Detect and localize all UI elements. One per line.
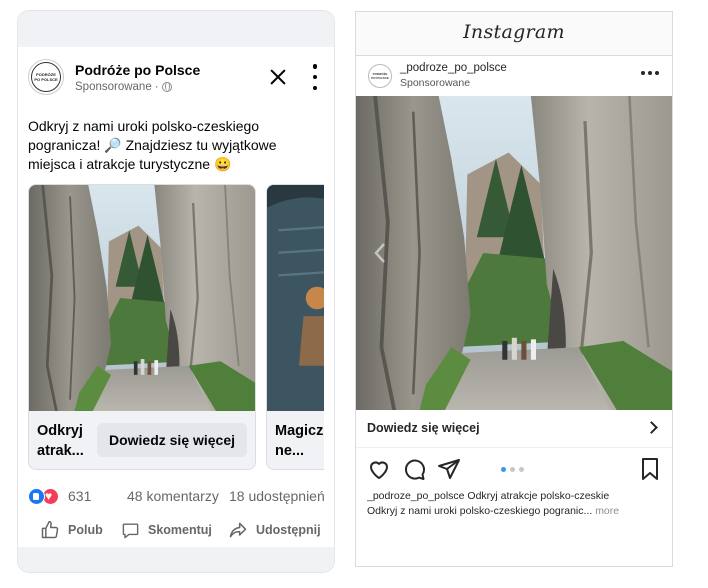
page-name[interactable]: Podróże po Polsce (75, 62, 200, 78)
bookmark-icon[interactable] (639, 457, 661, 481)
page-avatar[interactable]: PODRÓŻE PO POLSCE (28, 59, 64, 95)
separator-dot: · (154, 81, 159, 93)
ad-previews: PODRÓŻE PO POLSCE Podróże po Polsce Spon… (0, 0, 708, 588)
learn-more-label: Dowiedz się więcej (367, 421, 480, 435)
globe-icon (161, 82, 172, 92)
post-actions: Polub Skomentuj Udostępnij (18, 515, 334, 547)
comments-count[interactable]: 48 komentarzy (127, 488, 219, 504)
send-icon[interactable] (437, 457, 461, 481)
share-icon (229, 522, 247, 538)
sponsored-text: Sponsorowane (75, 81, 152, 93)
more-icon[interactable] (311, 64, 319, 90)
avatar-logo: PODRÓŻE PO POLSCE (31, 62, 61, 92)
sponsored-label: Sponsorowane · (75, 81, 172, 93)
caption-text-2: Odkryj z nami uroki polsko-czeskiego pog… (367, 505, 593, 517)
avatar-logo-line2: PO POLSCE (34, 77, 58, 82)
carousel-card-title: Odkryj atrak... (37, 423, 84, 459)
carousel-card-title: Magicz ne... (275, 423, 324, 459)
post-header: PODRÓŻE PO POLSCE _podroze_po_polsce Spo… (356, 56, 672, 96)
carousel-dot[interactable] (510, 467, 515, 472)
caption-line: _podroze_po_polsce Odkryj atrakcje polsk… (367, 489, 667, 504)
caption-line: Odkryj z nami uroki polsko-czeskiego pog… (367, 504, 667, 519)
share-button-label: Udostępnij (256, 523, 321, 537)
more-icon[interactable] (641, 71, 659, 77)
carousel-card[interactable]: Magicz ne... (266, 184, 324, 470)
comment-icon (122, 522, 139, 538)
caption-text: Odkryj atrakcje polsko-czeskie (464, 490, 610, 502)
facebook-top-strip (18, 11, 334, 47)
like-button[interactable]: Polub (40, 515, 103, 545)
carousel-card-footer: Magicz ne... (267, 411, 324, 469)
carousel-dots (501, 467, 524, 472)
carousel-dot[interactable] (501, 467, 506, 472)
carousel-card-footer: Odkryj atrak... Dowiedz się więcej (29, 411, 255, 469)
facebook-bottom-strip (18, 547, 334, 572)
like-reaction-icon (28, 488, 45, 505)
heart-icon[interactable] (367, 457, 391, 481)
avatar-logo-text: PODRÓŻE PO POLSCE (371, 72, 389, 80)
more-link[interactable]: more (595, 505, 619, 517)
post-text: Odkryj z nami uroki polsko-czeskiego pog… (28, 118, 277, 172)
like-button-label: Polub (68, 523, 103, 537)
caption-username[interactable]: _podroze_po_polsce (367, 490, 465, 502)
instagram-topbar: Instagram (356, 12, 672, 56)
carousel-dot[interactable] (519, 467, 524, 472)
learn-more-button[interactable]: Dowiedz się więcej (97, 423, 247, 457)
reactions-bar: 631 48 komentarzy 18 udostępnień (28, 487, 328, 507)
instagram-ad-preview: Instagram PODRÓŻE PO POLSCE _podroze_po_… (355, 11, 673, 567)
instagram-logo: Instagram (463, 21, 565, 43)
sponsored-label: Sponsorowane (400, 77, 471, 89)
carousel-prev-icon[interactable] (372, 242, 388, 264)
username[interactable]: _podroze_po_polsce (400, 62, 507, 74)
comment-button[interactable]: Skomentuj (121, 515, 212, 545)
post-actions (356, 452, 672, 486)
post-caption: _podroze_po_polsce Odkryj atrakcje polsk… (367, 489, 667, 519)
carousel-image[interactable] (29, 185, 255, 411)
facebook-ad-preview: PODRÓŻE PO POLSCE Podróże po Polsce Spon… (17, 10, 335, 573)
carousel-image[interactable] (267, 185, 324, 411)
profile-avatar[interactable]: PODRÓŻE PO POLSCE (368, 64, 392, 88)
carousel[interactable]: Odkryj atrak... Dowiedz się więcej Magic… (28, 184, 324, 470)
post-header: PODRÓŻE PO POLSCE Podróże po Polsce Spon… (28, 59, 328, 99)
chevron-right-icon (645, 421, 658, 434)
carousel-card[interactable]: Odkryj atrak... Dowiedz się więcej (28, 184, 256, 470)
close-icon[interactable] (268, 67, 288, 87)
facebook-post: PODRÓŻE PO POLSCE Podróże po Polsce Spon… (18, 47, 334, 547)
post-image[interactable] (356, 96, 672, 410)
share-button[interactable]: Udostępnij (228, 515, 321, 545)
reaction-count[interactable]: 631 (68, 488, 91, 504)
comment-icon[interactable] (402, 457, 426, 481)
thumbs-up-icon (41, 520, 59, 539)
comment-button-label: Skomentuj (148, 523, 212, 537)
shares-count[interactable]: 18 udostępnień (229, 488, 325, 504)
learn-more-button[interactable]: Dowiedz się więcej (356, 410, 672, 448)
